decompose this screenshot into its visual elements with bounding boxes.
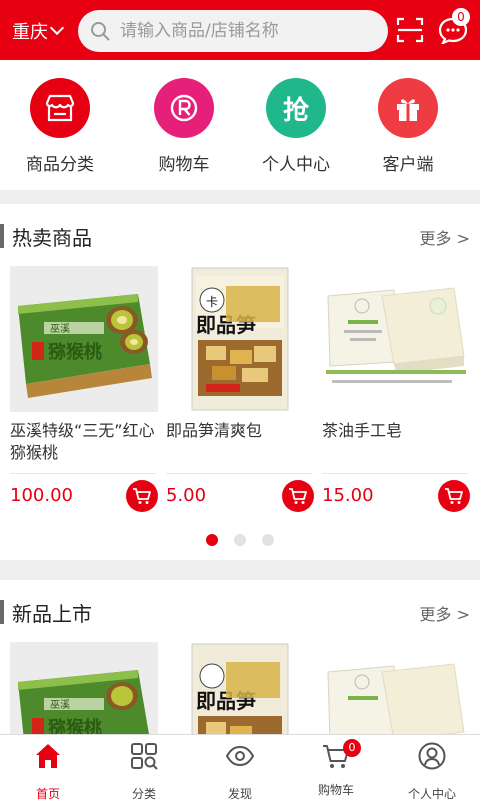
top-header: 重庆 0 bbox=[0, 0, 480, 60]
tab-label: 个人中心 bbox=[407, 787, 456, 800]
section-header: 热卖商品 更多 > bbox=[0, 204, 480, 266]
pager-dot-active[interactable] bbox=[206, 534, 218, 546]
tab-label: 发现 bbox=[227, 787, 252, 800]
tab-home[interactable]: 首页 bbox=[0, 741, 96, 800]
quick-nav: 商品分类 购物车 抢 个人中心 客户端 bbox=[0, 60, 480, 190]
pager-dot[interactable] bbox=[234, 534, 246, 546]
tab-discover[interactable]: 发现 bbox=[192, 741, 288, 800]
carousel-pager bbox=[0, 534, 480, 546]
message-badge: 0 bbox=[452, 8, 470, 26]
quick-nav-label: 商品分类 bbox=[26, 155, 94, 175]
cart-icon bbox=[289, 488, 307, 504]
add-to-cart-button[interactable] bbox=[438, 480, 470, 512]
svg-text:猕猴桃: 猕猴桃 bbox=[48, 341, 102, 363]
store-icon bbox=[30, 78, 90, 138]
product-name: 即品笋清爽包 bbox=[166, 421, 263, 440]
product-price: 15.00 bbox=[322, 485, 374, 506]
tab-cart[interactable]: 0 购物车 bbox=[288, 739, 384, 798]
svg-text:巫溪: 巫溪 bbox=[50, 699, 70, 711]
quick-nav-label: 个人中心 bbox=[262, 155, 330, 175]
gift-icon bbox=[378, 78, 438, 138]
section-title: 新品上市 bbox=[12, 602, 92, 626]
tab-category[interactable]: 分类 bbox=[96, 741, 192, 800]
category-grid-icon bbox=[131, 743, 158, 770]
product-card[interactable]: 茶油手工皂 15.00 bbox=[322, 266, 472, 512]
hot-products-section: 热卖商品 更多 > 巫溪 猕猴桃 巫溪特级“三无”红心猕猴桃 100.00 卡 … bbox=[0, 204, 480, 560]
bamboo-shoot-package-image: 卡 即品笋 bbox=[166, 266, 314, 412]
bottom-tab-bar: 首页 分类 发现 0 购物车 个人中心 bbox=[0, 734, 480, 800]
add-to-cart-button[interactable] bbox=[126, 480, 158, 512]
product-name: 茶油手工皂 bbox=[322, 421, 403, 440]
grab-glyph: 抢 bbox=[282, 95, 309, 126]
product-card[interactable]: 卡 即品笋 即品笋清爽包 5.00 bbox=[166, 266, 316, 512]
eye-icon bbox=[225, 745, 255, 767]
divider bbox=[322, 473, 468, 474]
product-card[interactable]: 巫溪 猕猴桃 bbox=[10, 642, 160, 740]
divider bbox=[166, 473, 312, 474]
kiwi-box-image: 巫溪 猕猴桃 bbox=[10, 642, 158, 740]
add-to-cart-button[interactable] bbox=[282, 480, 314, 512]
new-products-section: 新品上市 更多 > 巫溪 猕猴桃 即品笋 bbox=[0, 580, 480, 740]
section-header: 新品上市 更多 > bbox=[0, 580, 480, 642]
cart-icon bbox=[133, 488, 151, 504]
quick-nav-profile[interactable]: 抢 个人中心 bbox=[236, 78, 356, 175]
quick-nav-label: 客户端 bbox=[382, 155, 434, 175]
chevron-down-icon bbox=[49, 20, 65, 36]
search-input[interactable] bbox=[120, 10, 380, 52]
search-bar[interactable] bbox=[78, 10, 388, 52]
product-name: 巫溪特级“三无”红心猕猴桃 bbox=[10, 421, 155, 462]
quick-nav-category[interactable]: 商品分类 bbox=[0, 78, 120, 175]
cart-icon bbox=[445, 488, 463, 504]
divider bbox=[10, 473, 156, 474]
quick-nav-label: 购物车 bbox=[158, 155, 210, 175]
quick-nav-client[interactable]: 客户端 bbox=[348, 78, 468, 175]
city-selector[interactable]: 重庆 bbox=[12, 18, 65, 44]
svg-text:卡: 卡 bbox=[206, 295, 218, 309]
pager-dot[interactable] bbox=[262, 534, 274, 546]
section-marker bbox=[0, 224, 4, 248]
soap-image bbox=[322, 266, 470, 412]
grab-icon: 抢 bbox=[266, 78, 326, 138]
scan-icon[interactable] bbox=[396, 16, 424, 44]
city-label: 重庆 bbox=[12, 22, 48, 43]
product-card[interactable]: 即品笋 bbox=[166, 642, 316, 740]
svg-text:巫溪: 巫溪 bbox=[50, 323, 70, 335]
more-link[interactable]: 更多 > bbox=[420, 601, 471, 625]
home-icon bbox=[36, 744, 60, 768]
product-price: 100.00 bbox=[10, 485, 73, 506]
tab-label: 分类 bbox=[131, 787, 156, 800]
search-icon bbox=[91, 22, 110, 41]
bamboo-shoot-package-image: 即品笋 bbox=[166, 642, 314, 740]
product-price: 5.00 bbox=[166, 485, 207, 506]
tab-label: 首页 bbox=[35, 787, 60, 800]
registered-cart-icon bbox=[154, 78, 214, 138]
quick-nav-cart[interactable]: 购物车 bbox=[124, 78, 244, 175]
product-card[interactable] bbox=[322, 642, 472, 740]
soap-image bbox=[322, 642, 470, 740]
cart-icon-wrap: 0 bbox=[321, 739, 361, 771]
product-card[interactable]: 巫溪 猕猴桃 巫溪特级“三无”红心猕猴桃 100.00 bbox=[10, 266, 160, 512]
tab-label: 购物车 bbox=[317, 783, 354, 797]
more-link[interactable]: 更多 > bbox=[420, 225, 471, 249]
cart-badge: 0 bbox=[343, 739, 361, 757]
section-title: 热卖商品 bbox=[12, 226, 92, 250]
kiwi-box-image: 巫溪 猕猴桃 bbox=[10, 266, 158, 412]
tab-profile[interactable]: 个人中心 bbox=[384, 741, 480, 800]
section-marker bbox=[0, 600, 4, 624]
profile-icon bbox=[418, 742, 446, 770]
